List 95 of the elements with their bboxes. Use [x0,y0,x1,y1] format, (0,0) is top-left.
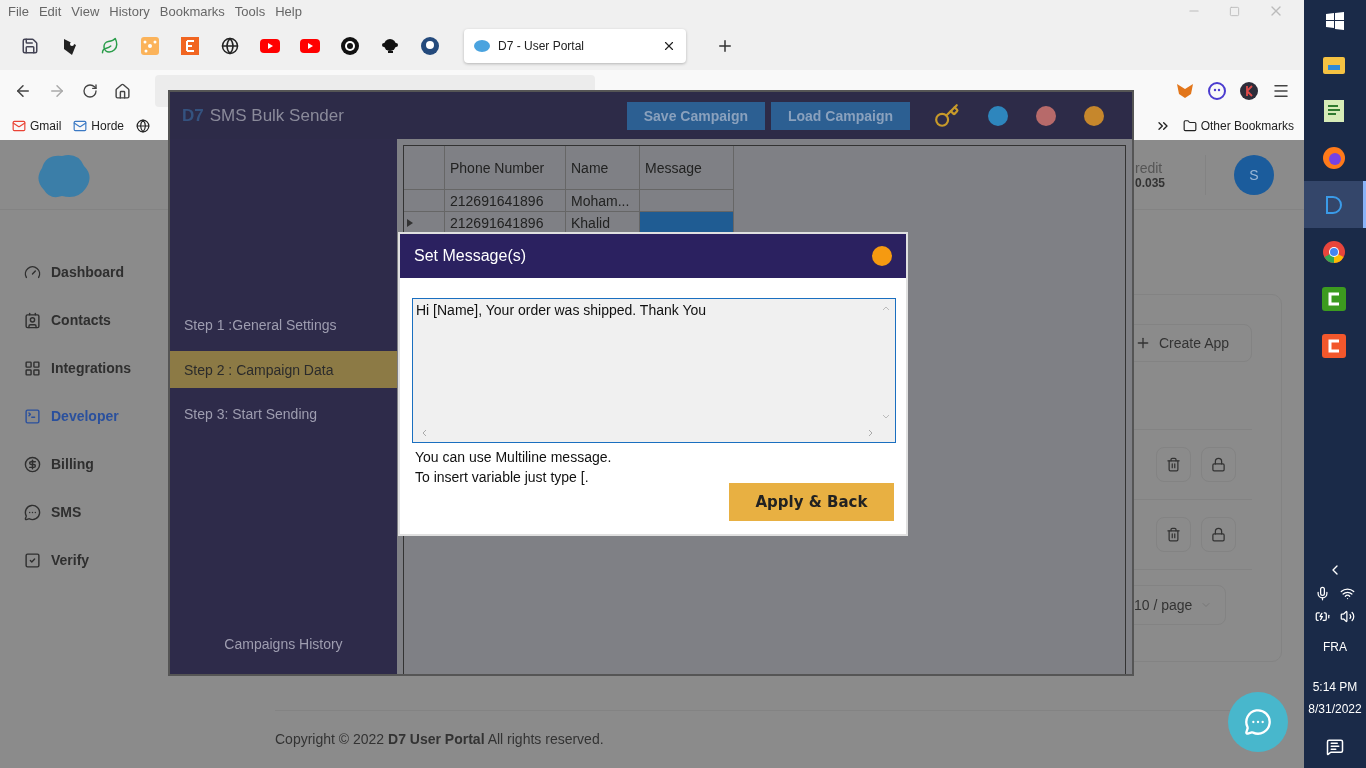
delete-button[interactable] [1156,517,1191,552]
notification-icon[interactable] [1326,738,1344,756]
terminal-icon [24,407,41,425]
envelope-icon [73,119,88,133]
language-indicator[interactable]: FRA [1323,640,1347,654]
letter-c-icon [1321,333,1346,358]
letter-c-icon [1321,286,1346,311]
table-cell: Moham... [566,190,640,212]
nav-item[interactable]: Billing [24,454,94,474]
speaker-icon[interactable] [1340,609,1355,624]
envelope-icon [12,119,26,133]
lock-button[interactable] [1201,517,1236,552]
menu-item[interactable]: Edit [34,3,66,19]
letter-e-icon[interactable] [181,37,199,55]
checkbox-icon [24,551,41,569]
bookmark-folder[interactable]: Other Bookmarks [1182,119,1294,133]
close-button[interactable] [872,246,892,266]
step-item[interactable]: Step 3: Start Sending [170,388,397,440]
trash-icon [1166,457,1181,472]
back-icon[interactable] [14,82,32,100]
nav-item[interactable]: Verify [24,550,90,570]
step-item[interactable]: Step 2 : Campaign Data [170,351,397,388]
chat-bubble-icon [24,503,41,521]
lock-button[interactable] [1201,447,1236,482]
apply-button[interactable]: Apply & Back [729,483,894,521]
dollar-icon [24,455,41,473]
menu-item[interactable]: Bookmarks [155,3,229,19]
browser-tab[interactable]: D7 - User Portal [464,29,686,63]
window-title: SMS Bulk Sender [209,105,344,126]
clock-time[interactable]: 5:14 PM [1312,680,1358,694]
column-header[interactable]: Name [566,146,640,190]
bookmark[interactable]: Horde [73,119,125,133]
nav-item[interactable]: Contacts [24,310,111,330]
fox-head-icon[interactable] [1176,83,1194,99]
header-cell [404,146,445,190]
home-icon[interactable] [114,82,131,100]
plus-icon [1135,335,1151,351]
chat-bubble-icon [1244,708,1272,736]
user-avatar[interactable]: S [1234,154,1274,195]
cloud-logo-icon [474,39,490,53]
copyright-text: Copyright © 2022 D7 User Portal All rights reserved. [275,731,604,747]
grid-icon [24,359,41,377]
message-field[interactable]: Hi [Name], Your order was shipped. Thank You [412,298,896,443]
globe-icon[interactable] [136,119,151,133]
row-pointer-icon [407,218,413,227]
delete-button[interactable] [1156,447,1191,482]
folder-icon [1182,119,1197,133]
microphone-icon[interactable] [1315,586,1330,601]
notepad-icon [1323,99,1344,122]
globe-icon[interactable] [221,37,239,55]
d7-logo-icon [1323,193,1344,216]
column-header[interactable]: Message [640,146,734,190]
nav-item[interactable]: Integrations [24,358,132,378]
floppy-icon[interactable] [21,37,39,55]
clock-date[interactable]: 8/31/2022 [1308,702,1362,716]
play-button-icon[interactable] [260,39,280,53]
windows-logo-icon[interactable] [1326,12,1344,30]
contact-card-icon [24,311,41,329]
help-text: To insert variable just type [. [415,469,590,485]
table-cell: 212691641896 [445,190,566,212]
letter-k-icon[interactable] [1240,82,1258,100]
credit-value: 0.035 [1134,175,1165,190]
battery-icon[interactable] [1315,609,1330,624]
lock-icon [1211,457,1226,472]
menu-icon[interactable] [1272,82,1290,100]
menu-item[interactable]: Tools [230,3,270,19]
bird-icon[interactable] [62,37,78,55]
color-dot[interactable] [1084,105,1104,126]
reload-icon[interactable] [82,83,98,99]
history-link[interactable]: Campaigns History [224,636,343,652]
column-header[interactable]: Phone Number [445,146,566,190]
nav-item[interactable]: Dashboard [24,262,125,282]
lock-icon [1211,527,1226,542]
color-dot[interactable] [988,105,1008,126]
ghost-icon[interactable] [1208,82,1226,100]
leaf-icon[interactable] [101,37,119,55]
chrome-icon [1322,240,1345,263]
key-icon[interactable] [934,102,960,129]
close-icon[interactable] [662,39,676,53]
dialog-title: Set Message(s) [414,247,527,265]
menu-item[interactable]: History [105,3,154,19]
bookmark[interactable]: Gmail [12,119,62,133]
menu-item[interactable]: File [4,3,33,19]
play-button-icon[interactable] [300,39,320,53]
gauge-icon [24,263,41,281]
menu-item[interactable]: Help [271,3,306,19]
trash-icon [1166,527,1181,542]
nav-item[interactable]: SMS [24,502,82,522]
color-dot[interactable] [1036,105,1056,126]
menu-item[interactable]: View [67,3,104,19]
new-tab-icon[interactable] [716,37,734,55]
step-item[interactable]: Step 1 :General Settings [170,299,397,351]
help-text: You can use Multiline message. [415,449,612,465]
dots-tile-icon[interactable] [141,37,159,55]
wifi-icon[interactable] [1340,586,1355,601]
